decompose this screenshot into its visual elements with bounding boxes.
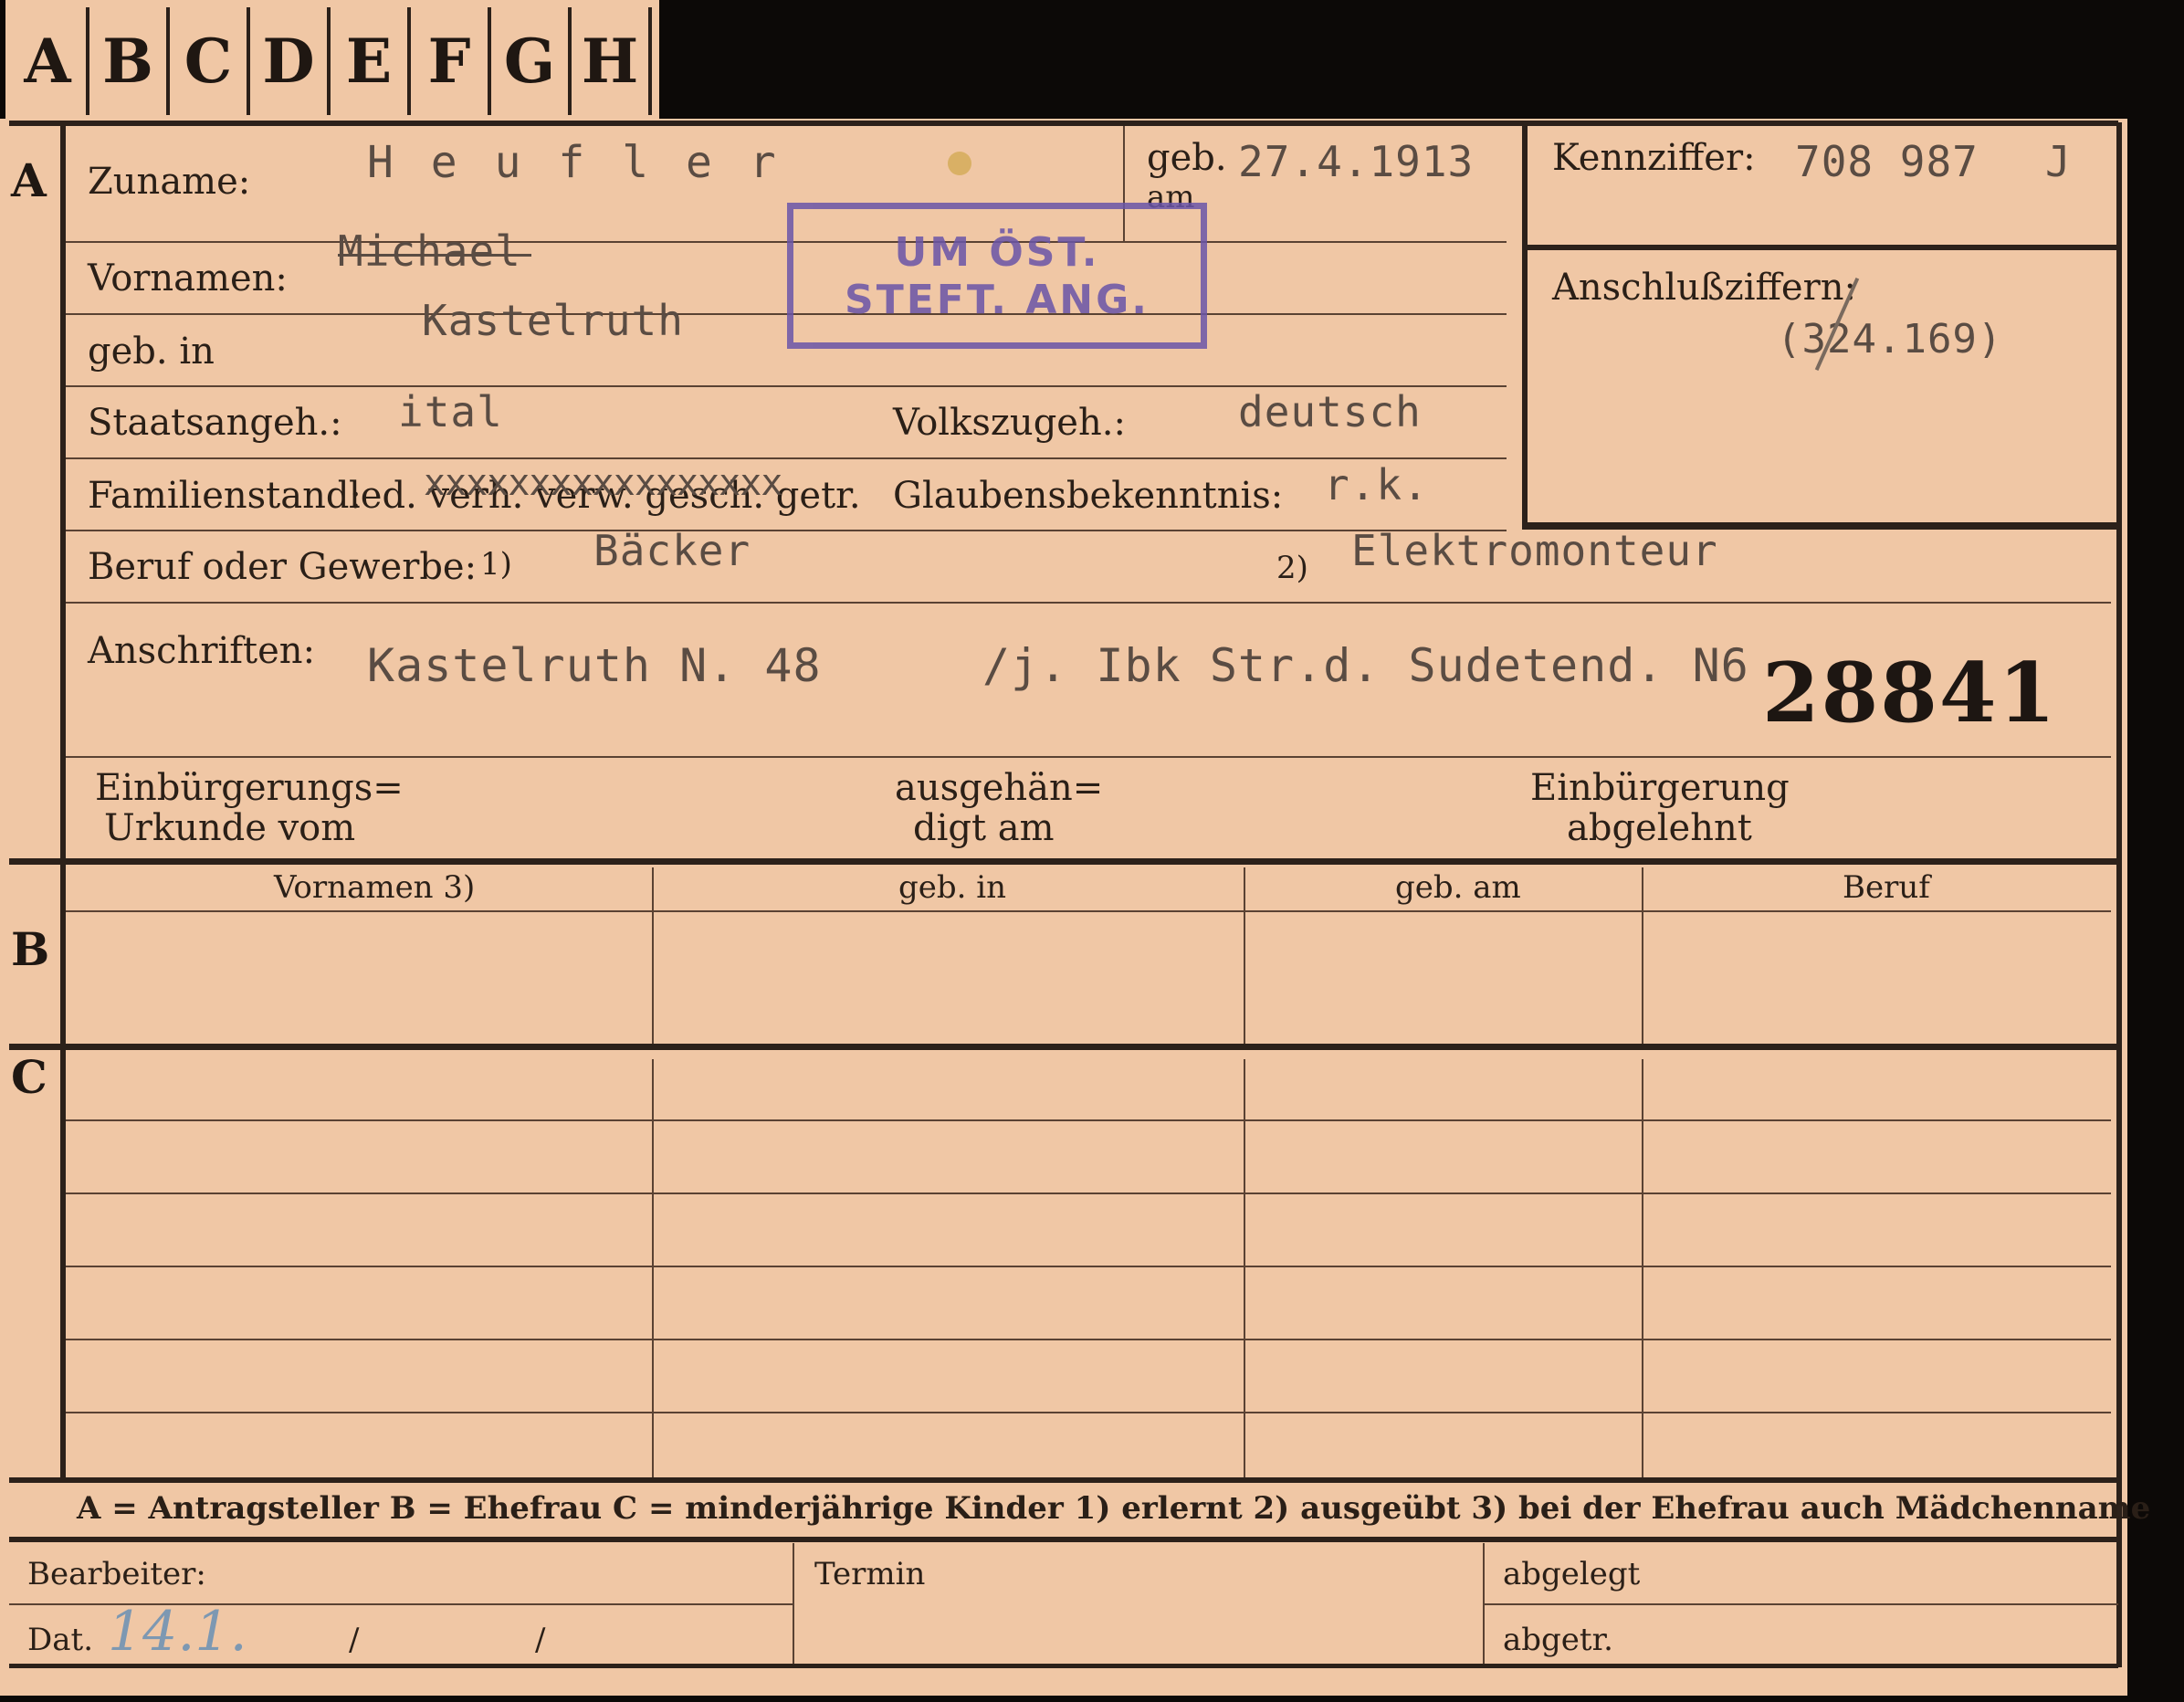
glaubensbekenntnis-label: Glaubensbekenntnis: [893, 475, 1284, 517]
divider-b-c [9, 1044, 2118, 1050]
tab-a[interactable]: A [9, 7, 89, 115]
termin-label: Termin [814, 1556, 926, 1592]
table-header-geb-am: geb. am [1395, 869, 1521, 906]
form-line [66, 313, 1507, 315]
glaubensbekenntnis-value: r.k. [1324, 460, 1429, 510]
table-row-line [66, 1192, 2111, 1194]
form-line [66, 530, 1507, 531]
volkszugehoerigkeit-label: Volkszugeh.: [893, 402, 1126, 444]
date-separator-2: / [535, 1622, 546, 1658]
volkszugehoerigkeit-value: deutsch [1238, 387, 1422, 436]
tab-d[interactable]: D [250, 7, 331, 115]
table-divider [652, 867, 654, 1044]
table-row-line [66, 1339, 2111, 1340]
zuname-value: H e u f l e r [367, 137, 782, 188]
zuname-label: Zuname: [88, 161, 251, 203]
handwritten-date: 14.1. [108, 1600, 247, 1664]
section-c-letter: C [11, 1050, 47, 1104]
tab-e[interactable]: E [331, 7, 411, 115]
footer-line [1483, 1603, 2118, 1605]
tab-b[interactable]: B [89, 7, 170, 115]
bottom-border [9, 1664, 2118, 1668]
kennziffer-value: 708 987 [1795, 137, 1979, 186]
geburtsort-value: Kastelruth [422, 296, 684, 345]
card-number-stamp: 28841 [1762, 645, 2058, 741]
table-header-beruf: Beruf [1843, 869, 1930, 906]
anschrift-1-value: Kastelruth N. 48 [367, 639, 822, 692]
divider-legend-footer [9, 1537, 2118, 1542]
beruf-erlernt-value: Bäcker [593, 526, 751, 575]
vornamen-label: Vornamen: [88, 257, 288, 299]
table-divider [652, 1059, 654, 1477]
section-divider-vertical [60, 122, 66, 1477]
familienstand-crossout: xxxxxxxxxxxxxxxxx [424, 462, 782, 504]
table-divider [1244, 1059, 1245, 1477]
stamp-line-1: UM ÖST. [894, 229, 1100, 276]
table-row-line [66, 1412, 2111, 1413]
einbuergerung-abgelehnt-label-2: abgelehnt [1567, 807, 1752, 849]
geburtsdatum-value: 27.4.1913 [1238, 137, 1475, 186]
ausgehaendigt-label-2: digt am [913, 807, 1055, 849]
abgelegt-label: abgelegt [1503, 1556, 1641, 1592]
geb-am-label: geb. [1147, 137, 1227, 179]
form-line [66, 756, 2111, 758]
einbuergerungsurkunde-label-2: Urkunde vom [104, 807, 356, 849]
tab-f[interactable]: F [411, 7, 491, 115]
abgetr-label: abgetr. [1503, 1622, 1613, 1658]
form-line [66, 241, 1507, 243]
table-header-vornamen: Vornamen 3) [274, 869, 476, 906]
legend-text: A = Antragsteller B = Ehefrau C = minder… [77, 1490, 2151, 1527]
section-b-letter: B [11, 922, 50, 976]
footer-divider [793, 1543, 794, 1664]
table-row-line [66, 1119, 2111, 1121]
anschlussziffern-value: (324.169) [1777, 316, 2003, 362]
date-separator-1: / [349, 1622, 360, 1658]
beruf-label: Beruf oder Gewerbe: [88, 546, 478, 588]
divider-c-legend [9, 1477, 2118, 1483]
table-divider [1642, 867, 1643, 1044]
form-line [66, 602, 2111, 604]
kennziffer-box-left [1522, 122, 1528, 530]
top-border [9, 121, 2118, 126]
table-header-line [66, 910, 2111, 912]
kennziffer-box-divider [1525, 245, 2118, 250]
familienstand-label: Familienstand: [88, 475, 362, 517]
geb-in-label: geb. in [88, 331, 215, 373]
form-line [66, 457, 1507, 459]
strikethrough-line [338, 254, 531, 257]
stamp-line-2: STEFT. ANG. [845, 277, 1150, 323]
beruf-footnote-1: 1) [480, 546, 512, 583]
anschriften-label: Anschriften: [88, 630, 316, 672]
table-row-line [66, 1266, 2111, 1267]
ausgehaendigt-label-1: ausgehän= [895, 767, 1104, 809]
divider-a-b [9, 858, 2118, 865]
section-a-letter: A [11, 153, 47, 207]
ink-spot [948, 152, 971, 175]
staatsangehoerigkeit-label: Staatsangeh.: [88, 402, 342, 444]
vornamen-value: Michael [338, 226, 521, 276]
tab-h[interactable]: H [572, 7, 652, 115]
anschrift-2-value: /j. Ibk Str.d. Sudetend. N6 [982, 639, 1749, 692]
table-divider [1244, 867, 1245, 1044]
kennziffer-label: Kennziffer: [1552, 137, 1756, 179]
kennziffer-suffix: J [2045, 137, 2072, 186]
anschlussziffern-label: Anschlußziffern: [1552, 267, 1856, 309]
beruf-footnote-2: 2) [1276, 550, 1308, 586]
tab-g[interactable]: G [491, 7, 572, 115]
table-divider [1642, 1059, 1643, 1477]
table-header-geb-in: geb. in [898, 869, 1007, 906]
rubber-stamp: UM ÖST. STEFT. ANG. [787, 203, 1207, 349]
alphabet-tab-strip: A B C D E F G H [5, 0, 659, 122]
right-border [2116, 122, 2122, 1667]
staatsangehoerigkeit-value: ital [398, 387, 503, 436]
einbuergerungsurkunde-label-1: Einbürgerungs= [95, 767, 404, 809]
einbuergerung-abgelehnt-label-1: Einbürgerung [1530, 767, 1790, 809]
tab-c[interactable]: C [170, 7, 250, 115]
bearbeiter-label: Bearbeiter: [27, 1556, 206, 1592]
dat-label: Dat. [27, 1622, 94, 1658]
beruf-ausgeuebt-value: Elektromonteur [1351, 526, 1718, 575]
